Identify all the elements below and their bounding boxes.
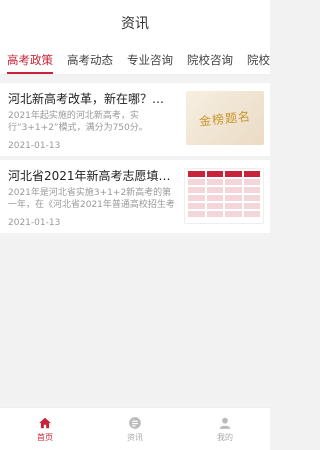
article-thumbnail: 金榜题名 <box>186 91 264 145</box>
tabbar-home[interactable]: 首页 <box>0 408 90 450</box>
tabbar-label: 资讯 <box>127 432 143 442</box>
tab-major-consult[interactable]: 专业咨询 <box>120 46 180 74</box>
bottom-tab-bar: 首页 资讯 我的 <box>0 407 270 450</box>
tab-gaokao-policy[interactable]: 高考政策 <box>0 46 60 74</box>
article-title: 河北省2021年新高考志愿填报... <box>8 169 173 183</box>
tab-gaokao-news[interactable]: 高考动态 <box>60 46 120 74</box>
tabbar-news[interactable]: 资讯 <box>90 408 180 450</box>
article-card[interactable]: 河北省2021年新高考志愿填报... 2021年是河北省实施3+1+2新高考的第… <box>0 160 270 233</box>
article-summary: 2021年起实施的河北新高考，实行“3+1+2”模式，满分为750分。 <box>8 111 148 133</box>
article-list: 河北新高考改革，新在哪？改... 2021年起实施的河北新高考，实行“3+1+2… <box>0 75 270 237</box>
tabbar-label: 我的 <box>217 432 233 442</box>
article-title: 河北新高考改革，新在哪？改... <box>8 92 173 106</box>
tab-college-consult-2[interactable]: 院校咨 <box>240 46 270 74</box>
tabbar-profile[interactable]: 我的 <box>180 408 270 450</box>
tab-college-consult[interactable]: 院校咨询 <box>180 46 240 74</box>
top-bar: 资讯 <box>0 0 270 46</box>
news-icon <box>129 416 141 429</box>
tabbar-label: 首页 <box>37 432 53 442</box>
page-title: 资讯 <box>121 16 149 32</box>
article-summary: 2021年是河北省实施3+1+2新高考的第一年，在《河北省2021年普通高校招生… <box>8 188 175 210</box>
article-card[interactable]: 河北新高考改革，新在哪？改... 2021年起实施的河北新高考，实行“3+1+2… <box>0 83 270 156</box>
user-icon <box>219 417 231 429</box>
home-icon <box>39 417 51 428</box>
category-tabs: 高考政策 高考动态 专业咨询 院校咨询 院校咨 <box>0 46 270 75</box>
thumbnail-calligraphy: 金榜题名 <box>198 108 252 129</box>
article-thumbnail <box>184 168 264 224</box>
